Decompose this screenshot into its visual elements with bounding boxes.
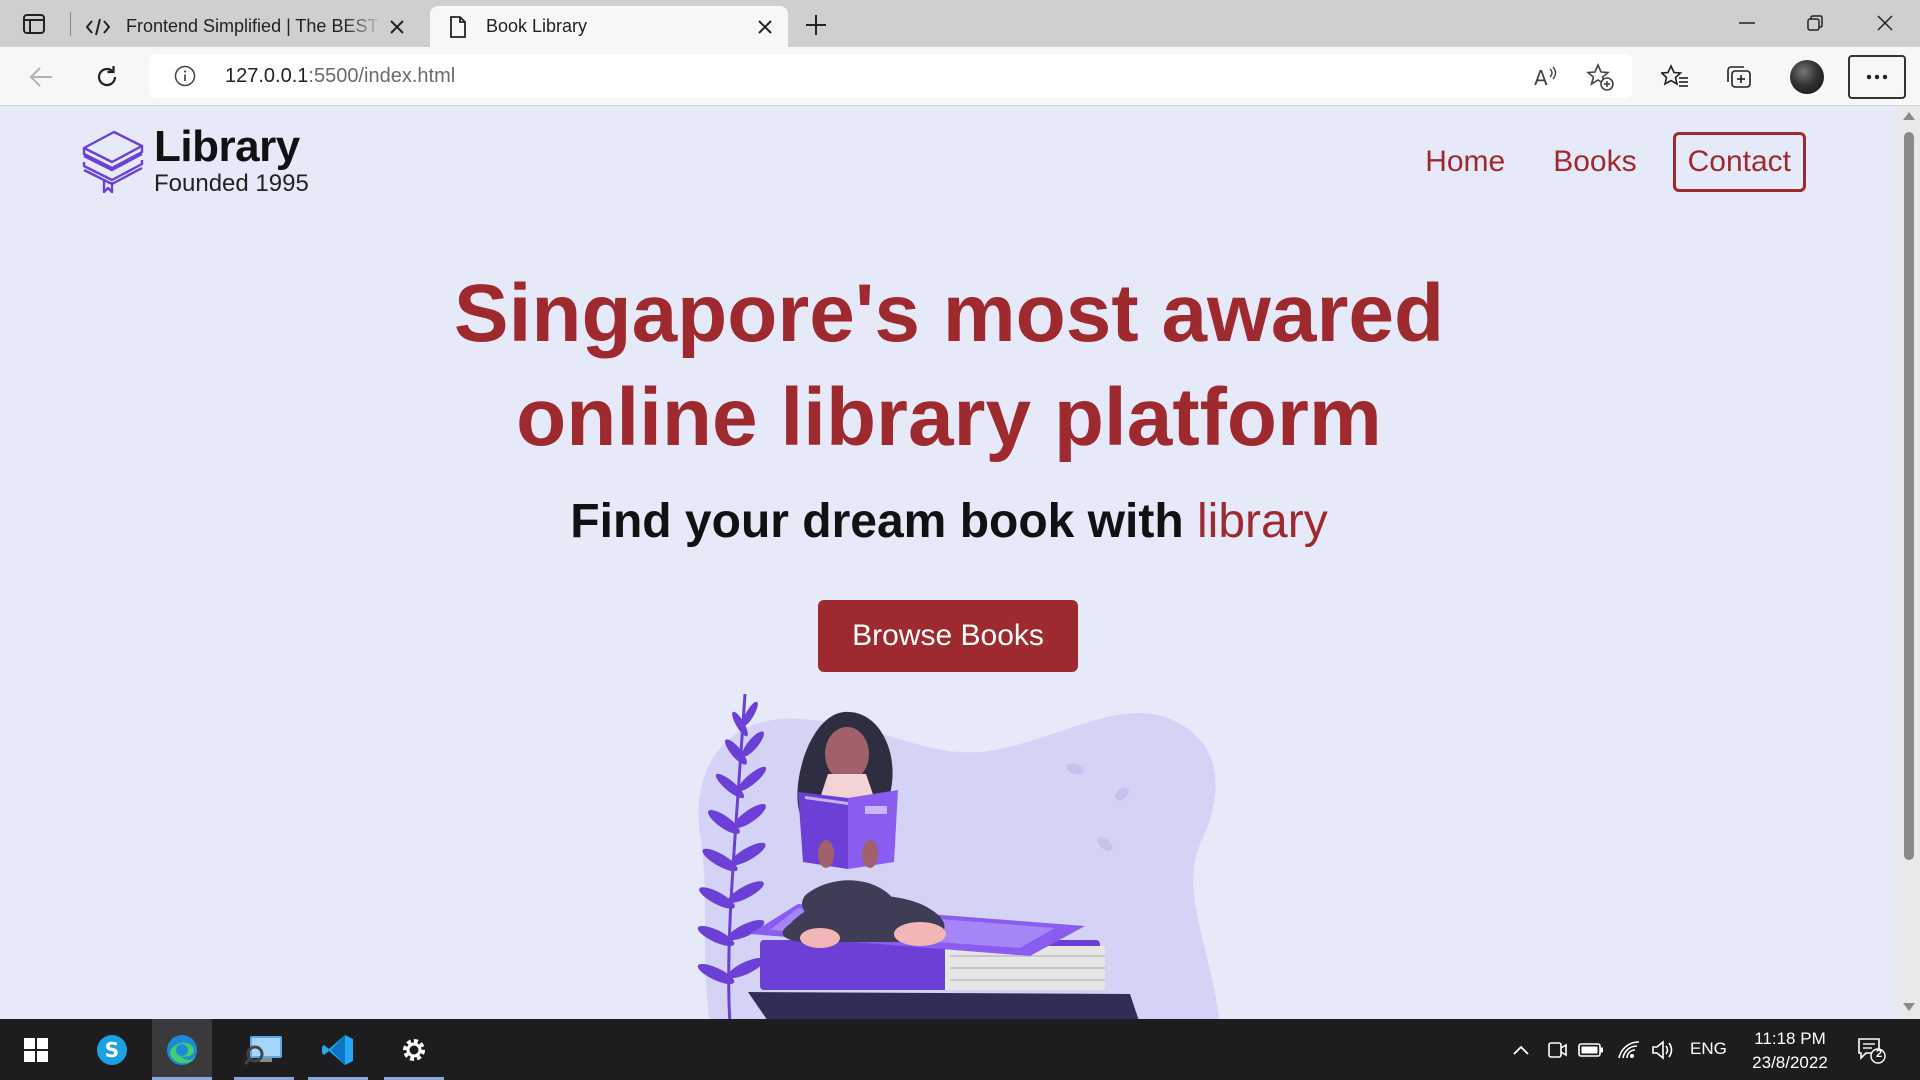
tab-title: Book Library: [486, 16, 588, 36]
url-path: :5500/index.html: [308, 65, 456, 87]
site-logo[interactable]: Library Founded 1995: [80, 124, 309, 198]
collections-icon: [1727, 66, 1751, 88]
windows-logo-icon: [24, 1037, 48, 1062]
url-text[interactable]: 127.0.0.1:5500/index.html: [225, 65, 455, 88]
nav-books-link[interactable]: Books: [1553, 145, 1636, 179]
system-clock[interactable]: 11:18 PM 23/8/2022: [1740, 1027, 1840, 1075]
svg-text:S: S: [105, 1038, 119, 1062]
collections-button[interactable]: [1720, 58, 1758, 96]
taskbar-settings[interactable]: [384, 1019, 444, 1080]
settings-more-button[interactable]: [1848, 55, 1906, 99]
taskbar-vscode[interactable]: [308, 1019, 368, 1080]
more-icon: [1866, 74, 1888, 80]
refresh-icon: [97, 66, 117, 87]
edge-icon: [167, 1034, 197, 1065]
scroll-down-icon[interactable]: [1903, 1003, 1915, 1011]
back-button[interactable]: [22, 58, 60, 96]
svg-text:A: A: [1534, 66, 1548, 89]
notification-count: 2: [1875, 1048, 1883, 1060]
new-tab-button[interactable]: [800, 10, 832, 40]
notification-center-button[interactable]: 2: [1856, 1035, 1886, 1065]
taskbar-edge[interactable]: [152, 1019, 212, 1080]
document-icon: [446, 15, 470, 39]
network-tray[interactable]: [1616, 1037, 1642, 1063]
browser-toolbar: 127.0.0.1:5500/index.html A: [0, 47, 1920, 106]
logo-title: Library: [154, 122, 300, 171]
meet-now-tray[interactable]: [1544, 1037, 1570, 1063]
profile-avatar[interactable]: [1790, 60, 1824, 94]
url-host: 127.0.0.1: [225, 65, 309, 87]
clock-date: 23/8/2022: [1752, 1053, 1828, 1072]
meet-now-icon: [1548, 1042, 1567, 1058]
clock-time: 11:18 PM: [1754, 1029, 1826, 1048]
settings-icon: [403, 1038, 425, 1061]
hero-subtitle: Find your dream book with library: [0, 494, 1898, 549]
scroll-up-icon[interactable]: [1903, 112, 1915, 120]
volume-icon: [1652, 1040, 1673, 1060]
add-favorite-icon[interactable]: [1586, 63, 1614, 91]
scrollbar-thumb[interactable]: [1904, 132, 1914, 860]
vscode-icon: [322, 1034, 353, 1065]
tab-title: Frontend Simplified | The BEST Pl: [126, 16, 382, 36]
battery-tray[interactable]: [1578, 1037, 1604, 1063]
remote-desktop-icon: [244, 1035, 282, 1065]
restore-icon: [1807, 15, 1823, 31]
plus-icon: [806, 15, 826, 35]
show-hidden-icons[interactable]: [1508, 1037, 1534, 1063]
reading-woman-illustration: [697, 694, 1220, 1019]
battery-icon: [1578, 1043, 1603, 1057]
tab-actions-button[interactable]: [20, 11, 48, 37]
language-indicator[interactable]: ENG: [1690, 1039, 1727, 1059]
address-bar[interactable]: 127.0.0.1:5500/index.html A: [150, 54, 1632, 98]
info-icon[interactable]: [174, 65, 196, 87]
hero-title-line1: Singapore's most awared: [453, 268, 1445, 359]
close-icon[interactable]: [750, 12, 780, 42]
page-viewport: Library Founded 1995 Home Books Contact …: [0, 106, 1898, 1019]
minimize-icon: [1739, 22, 1755, 24]
favorites-icon: [1661, 64, 1688, 87]
read-aloud-icon[interactable]: A: [1532, 63, 1560, 91]
nav-home-link[interactable]: Home: [1425, 145, 1505, 179]
wifi-icon: [1618, 1041, 1640, 1059]
back-arrow-icon: [29, 67, 52, 87]
restore-button[interactable]: [1792, 8, 1838, 38]
hero-subtitle-text: Find your dream book with: [570, 495, 1197, 548]
browse-books-button[interactable]: Browse Books: [818, 600, 1078, 672]
close-icon: [1877, 15, 1893, 31]
close-icon[interactable]: [382, 12, 412, 42]
tab-actions-icon: [23, 14, 45, 34]
hero-title-line2: online library platform: [516, 372, 1382, 463]
nav-contact-button[interactable]: Contact: [1672, 132, 1806, 192]
hero-title: Singapore's most awared online library p…: [0, 262, 1898, 470]
skype-icon: S: [97, 1034, 127, 1065]
taskbar-remote-desktop[interactable]: [234, 1019, 294, 1080]
page-scrollbar[interactable]: [1898, 106, 1920, 1019]
main-nav: Home Books Contact: [1377, 132, 1806, 192]
close-window-button[interactable]: [1862, 8, 1908, 38]
refresh-button[interactable]: [88, 58, 126, 96]
tab-bar: Frontend Simplified | The BEST Pl Book L…: [0, 0, 1920, 47]
tab-frontend-simplified[interactable]: Frontend Simplified | The BEST Pl: [70, 6, 420, 47]
code-icon: [86, 15, 110, 39]
windows-taskbar: S ENG 11:18 PM 23/8/2022 2: [0, 1019, 1920, 1080]
tab-book-library[interactable]: Book Library: [430, 6, 788, 47]
taskbar-skype[interactable]: S: [82, 1019, 142, 1080]
hero-subtitle-accent: library: [1197, 495, 1328, 548]
minimize-button[interactable]: [1724, 8, 1770, 38]
favorites-button[interactable]: [1656, 58, 1694, 96]
chevron-up-icon: [1513, 1045, 1529, 1055]
start-button[interactable]: [6, 1019, 66, 1080]
volume-tray[interactable]: [1650, 1037, 1676, 1063]
logo-subtitle: Founded 1995: [154, 170, 309, 197]
books-logo-icon: [82, 130, 144, 194]
